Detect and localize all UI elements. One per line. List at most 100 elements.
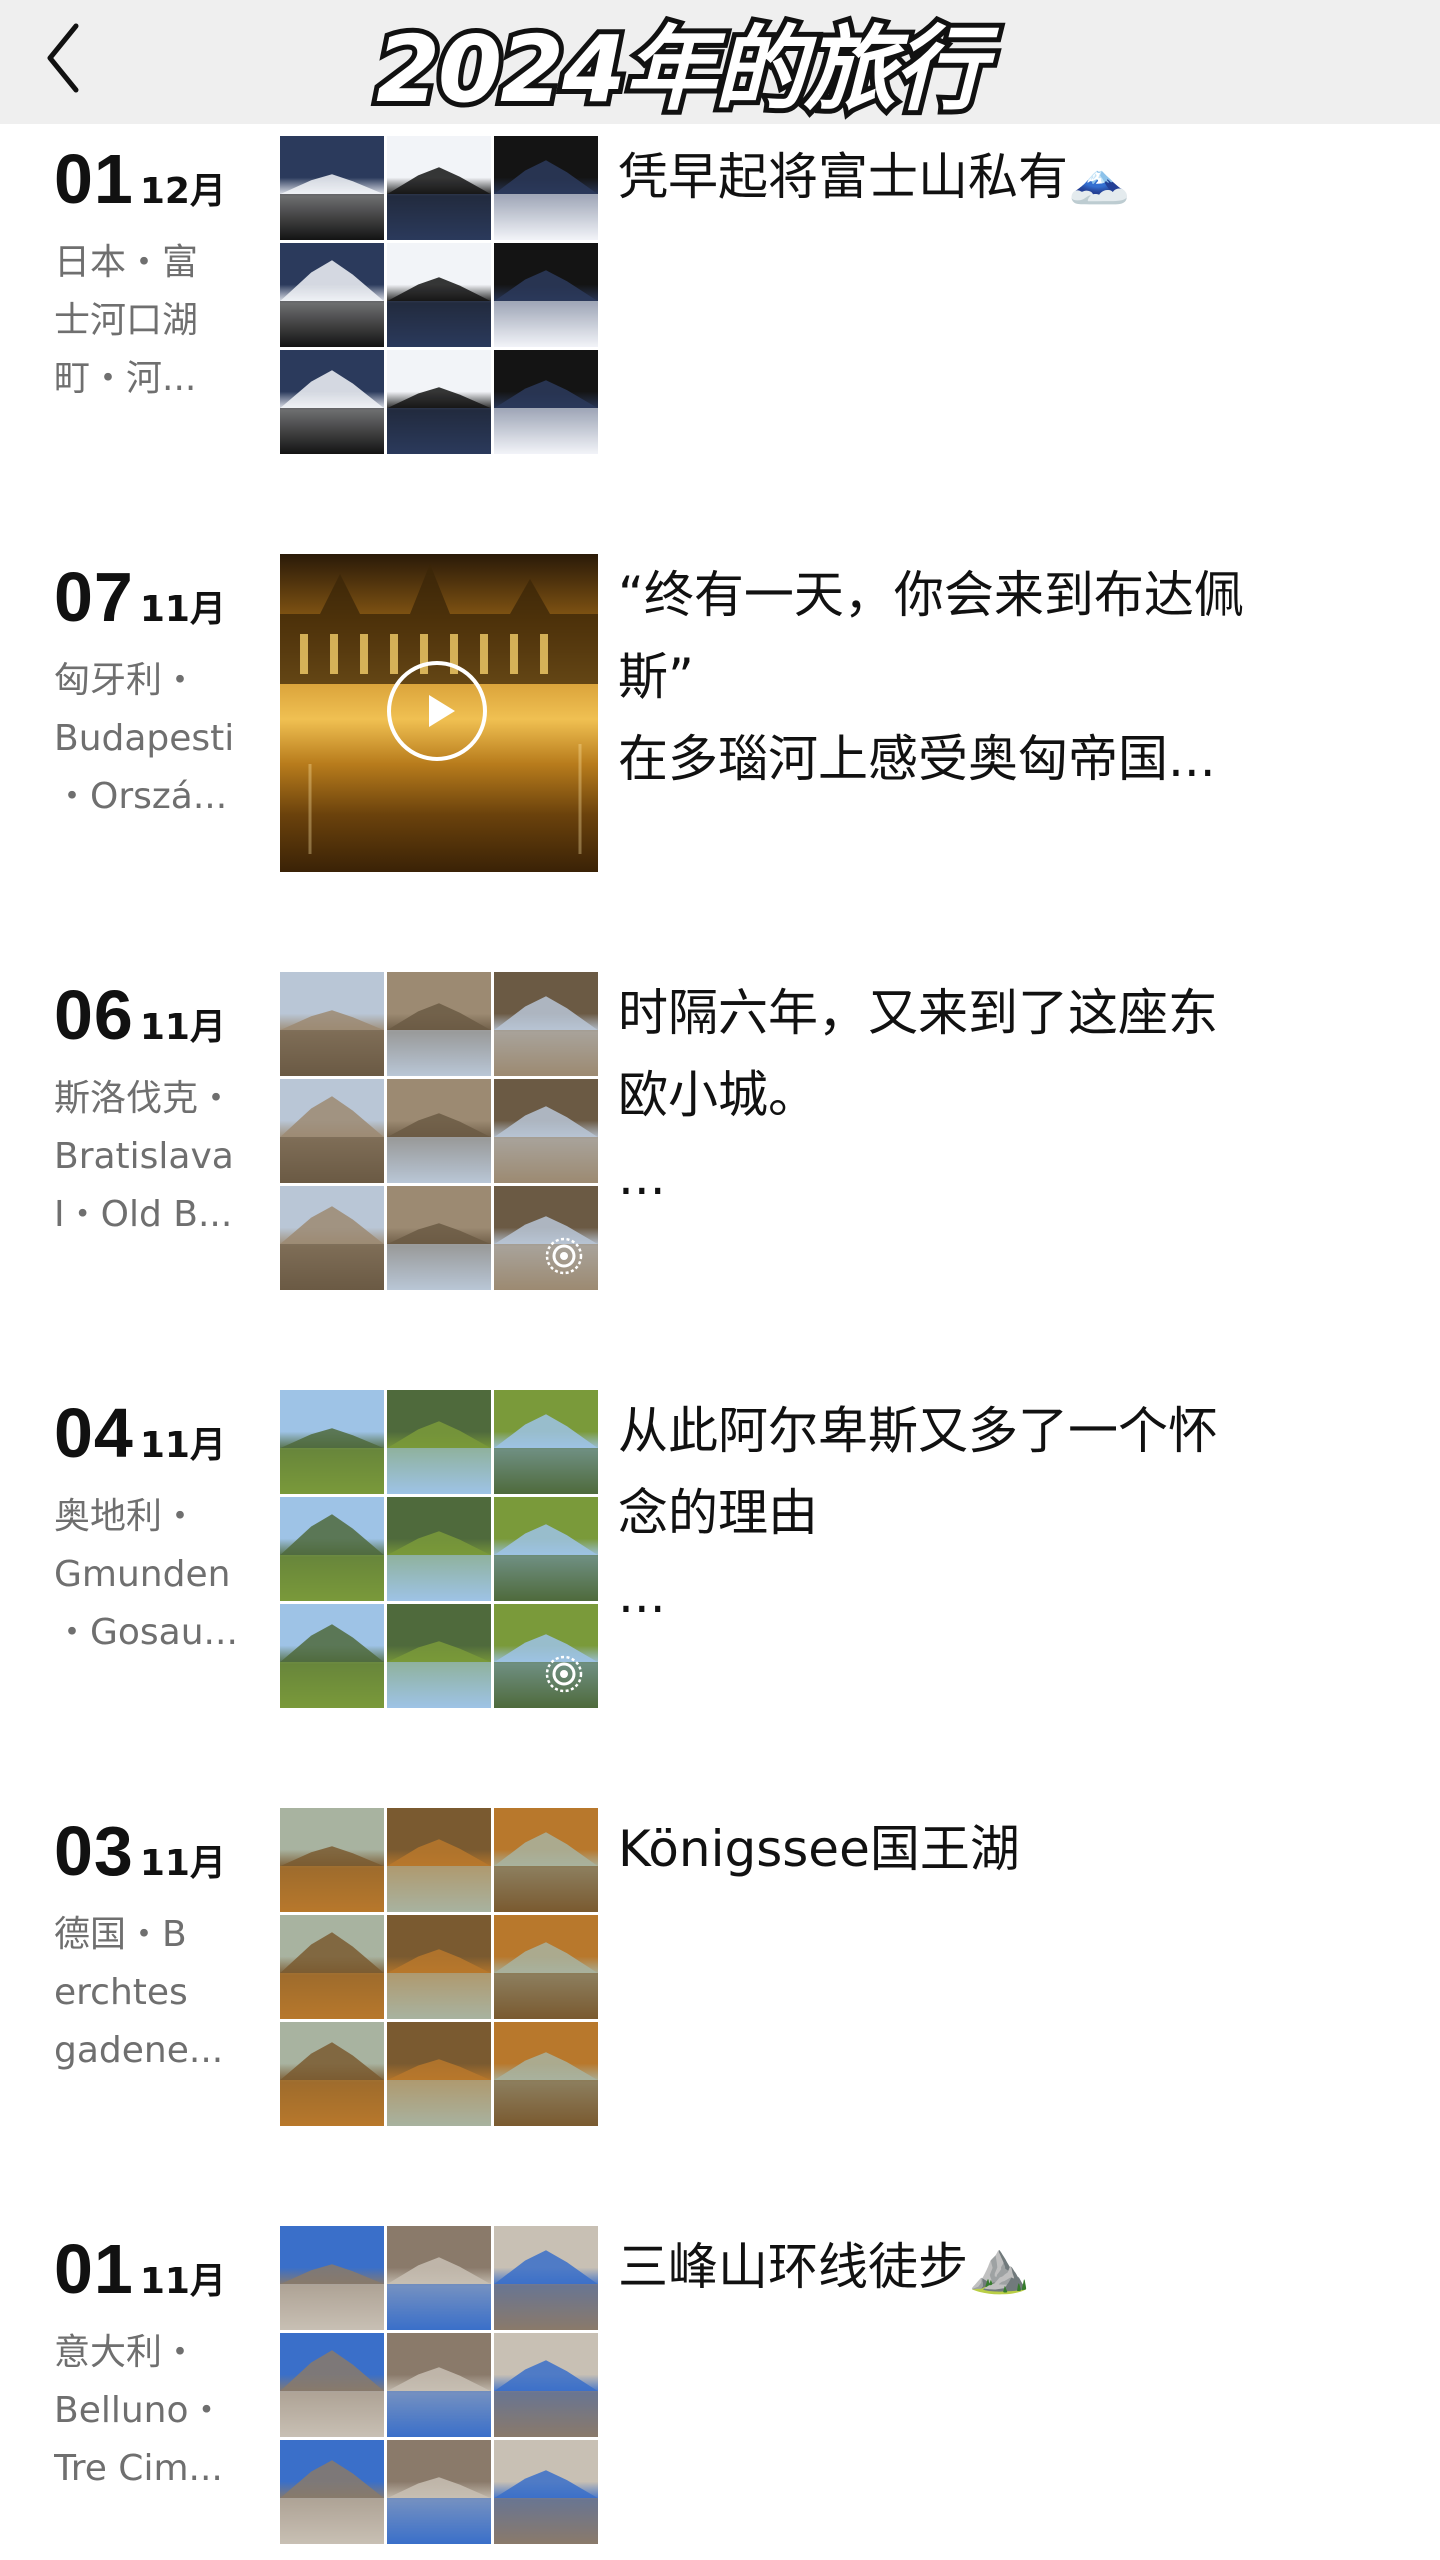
caption-line: 斯” xyxy=(618,648,694,706)
photo-thumbnail[interactable] xyxy=(280,1604,384,1708)
location-line: 德国・B xyxy=(54,1914,187,1955)
photo-thumbnail[interactable] xyxy=(280,2226,384,2330)
location-line: 斯洛伐克・ xyxy=(54,1078,235,1119)
photo-thumbnail[interactable] xyxy=(387,1808,491,1912)
photo-thumbnail[interactable] xyxy=(494,1915,598,2019)
caption-line: “终有一天，你会来到布达佩 xyxy=(618,566,1244,624)
caption-line: 念的理由 xyxy=(618,1484,818,1542)
photo-thumbnail[interactable] xyxy=(494,136,598,240)
photo-grid[interactable] xyxy=(280,1808,598,2126)
photo-thumbnail[interactable] xyxy=(387,2440,491,2544)
photo-thumbnail[interactable] xyxy=(494,1497,598,1601)
moments-feed: 01 12月 日本・富 士河口湖 町・河... 凭早起将富士山私有🗻 07 11月 匈牙利・ Bu… xyxy=(0,0,1440,2560)
photo-thumbnail[interactable] xyxy=(280,136,384,240)
location-line: 町・河... xyxy=(54,358,197,399)
page-title: 2024年的旅行 xyxy=(371,11,991,128)
photo-thumbnail[interactable] xyxy=(387,2226,491,2330)
photo-thumbnail[interactable] xyxy=(494,243,598,347)
photo-thumbnail[interactable] xyxy=(494,2226,598,2330)
entry-month: 11月 xyxy=(139,2261,226,2302)
photo-thumbnail[interactable] xyxy=(280,2022,384,2126)
entry-caption[interactable]: “终有一天，你会来到布达佩 斯” 在多瑙河上感受奥匈帝国... xyxy=(618,554,1358,800)
moment-entry[interactable]: 01 11月意大利・ Belluno・ Tre Cim... 三峰山环线徒步⛰️ xyxy=(0,2226,1440,2556)
entry-date: 06 11月 xyxy=(54,980,226,1050)
entry-date: 01 11月 xyxy=(54,2234,226,2304)
location-line: erchtes xyxy=(54,1972,188,2013)
photo-thumbnail[interactable] xyxy=(387,1604,491,1708)
photo-thumbnail[interactable] xyxy=(280,1079,384,1183)
photo-thumbnail[interactable] xyxy=(280,1808,384,1912)
video-thumbnail[interactable] xyxy=(280,554,598,872)
entry-location[interactable]: 日本・富 士河口湖 町・河... xyxy=(54,234,264,408)
entry-location[interactable]: 斯洛伐克・ Bratislava I・Old B... xyxy=(54,1070,264,1244)
entry-day: 01 xyxy=(54,2230,134,2308)
photo-thumbnail[interactable] xyxy=(494,1604,598,1708)
location-line: 意大利・ xyxy=(54,2332,199,2373)
entry-day: 07 xyxy=(54,558,134,636)
photo-thumbnail[interactable] xyxy=(280,1915,384,2019)
photo-thumbnail[interactable] xyxy=(387,1915,491,2019)
photo-thumbnail[interactable] xyxy=(494,1079,598,1183)
photo-thumbnail[interactable] xyxy=(387,2022,491,2126)
entry-day: 03 xyxy=(54,1812,134,1890)
location-line: Bratislava xyxy=(54,1136,234,1177)
entry-location[interactable]: 奥地利・ Gmunden ・Gosau... xyxy=(54,1488,264,1662)
photo-thumbnail[interactable] xyxy=(280,350,384,454)
photo-thumbnail[interactable] xyxy=(387,1186,491,1290)
photo-thumbnail[interactable] xyxy=(280,2440,384,2544)
photo-thumbnail[interactable] xyxy=(494,972,598,1076)
entry-location[interactable]: 匈牙利・ Budapesti ・Orszá... xyxy=(54,652,264,826)
photo-thumbnail[interactable] xyxy=(494,350,598,454)
photo-grid[interactable] xyxy=(280,972,598,1290)
photo-thumbnail[interactable] xyxy=(494,1186,598,1290)
entry-caption[interactable]: Königssee国王湖 xyxy=(618,1808,1358,1890)
entry-location[interactable]: 德国・B erchtes gadene... xyxy=(54,1906,264,2080)
moment-entry[interactable]: 03 11月 德国・B erchtes gadene... Königssee国王湖 xyxy=(0,1808,1440,2138)
photo-thumbnail[interactable] xyxy=(387,136,491,240)
photo-thumbnail[interactable] xyxy=(387,243,491,347)
photo-thumbnail[interactable] xyxy=(280,243,384,347)
moment-entry[interactable]: 04 11月奥地利・ Gmunden ・Gosau... 从此阿尔卑斯又多了一个怀 念的理… xyxy=(0,1390,1440,1720)
photo-thumbnail[interactable] xyxy=(280,1497,384,1601)
entry-caption[interactable]: 三峰山环线徒步⛰️ xyxy=(618,2226,1358,2308)
photo-thumbnail[interactable] xyxy=(387,350,491,454)
location-line: gadene... xyxy=(54,2030,224,2071)
caption-line: 三峰山环线徒步⛰️ xyxy=(618,2238,1031,2296)
entry-day: 06 xyxy=(54,976,134,1054)
photo-thumbnail[interactable] xyxy=(494,1808,598,1912)
photo-grid[interactable] xyxy=(280,136,598,454)
photo-grid[interactable] xyxy=(280,2226,598,2544)
moment-entry[interactable]: 07 11月匈牙利・ Budapesti ・Orszá... “终有一天，你会来到布达佩… xyxy=(0,554,1440,884)
photo-thumbnail[interactable] xyxy=(387,1390,491,1494)
photo-thumbnail[interactable] xyxy=(494,2440,598,2544)
back-button[interactable] xyxy=(40,12,100,102)
caption-line: 凭早起将富士山私有🗻 xyxy=(618,148,1131,206)
location-line: Tre Cim... xyxy=(54,2448,223,2489)
entry-caption[interactable]: 时隔六年，又来到了这座东 欧小城。... xyxy=(618,972,1358,1218)
photo-thumbnail[interactable] xyxy=(494,2022,598,2126)
entry-location[interactable]: 意大利・ Belluno・ Tre Cim... xyxy=(54,2324,264,2498)
photo-thumbnail[interactable] xyxy=(280,2333,384,2437)
photo-thumbnail[interactable] xyxy=(494,1390,598,1494)
entry-date: 04 11月 xyxy=(54,1398,226,1468)
play-icon[interactable] xyxy=(387,661,487,761)
entry-day: 01 xyxy=(54,140,134,218)
location-line: 匈牙利・ xyxy=(54,660,199,701)
entry-caption[interactable]: 从此阿尔卑斯又多了一个怀 念的理由... xyxy=(618,1390,1358,1636)
moment-entry[interactable]: 01 12月 日本・富 士河口湖 町・河... 凭早起将富士山私有🗻 xyxy=(0,136,1440,466)
entry-month: 11月 xyxy=(139,1007,226,1048)
photo-thumbnail[interactable] xyxy=(280,1390,384,1494)
entry-month: 11月 xyxy=(139,589,226,630)
photo-thumbnail[interactable] xyxy=(494,2333,598,2437)
photo-thumbnail[interactable] xyxy=(387,2333,491,2437)
photo-thumbnail[interactable] xyxy=(280,972,384,1076)
photo-grid[interactable] xyxy=(280,1390,598,1708)
photo-thumbnail[interactable] xyxy=(387,1497,491,1601)
photo-thumbnail[interactable] xyxy=(280,1186,384,1290)
entry-caption[interactable]: 凭早起将富士山私有🗻 xyxy=(618,136,1358,218)
photo-thumbnail[interactable] xyxy=(387,1079,491,1183)
caption-line: ... xyxy=(618,1148,666,1206)
moment-entry[interactable]: 06 11月 斯洛伐克・ Bratislava I・Old B... 时隔六年，又来到了这… xyxy=(0,972,1440,1302)
live-photo-icon xyxy=(544,1654,584,1694)
photo-thumbnail[interactable] xyxy=(387,972,491,1076)
